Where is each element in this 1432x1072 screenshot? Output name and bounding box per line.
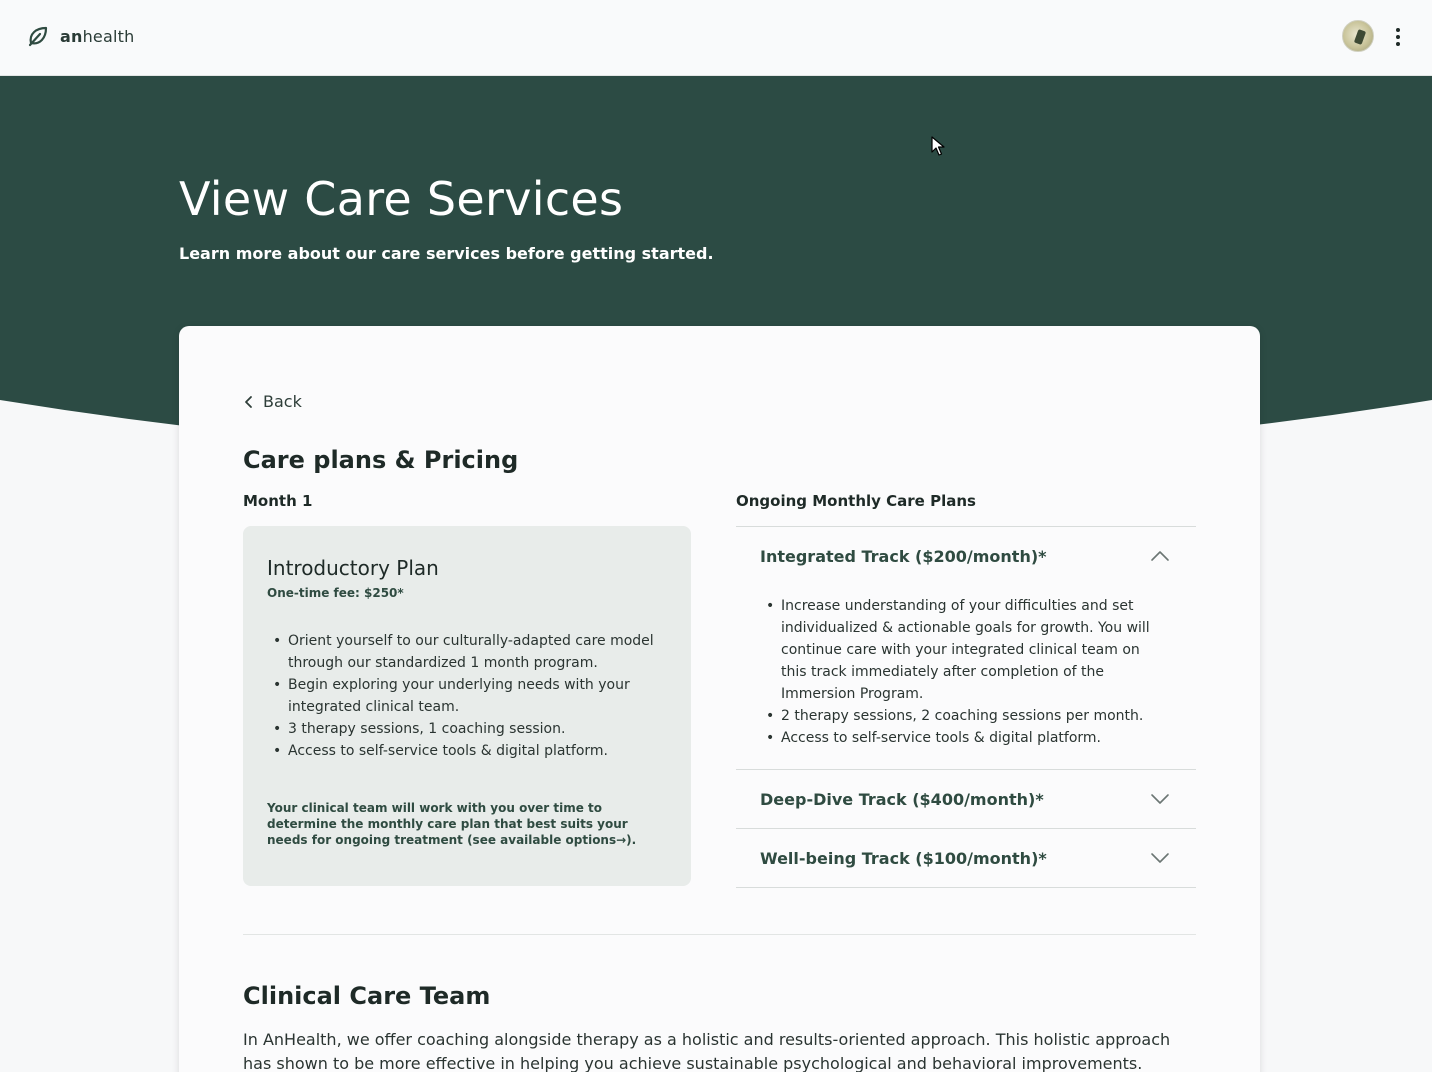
intro-plan-bullets: Orient yourself to our culturally-adapte…	[267, 630, 667, 762]
accordion-item-well-being: Well-being Track ($100/month)*	[736, 829, 1196, 888]
kebab-menu-icon[interactable]	[1388, 26, 1408, 48]
accordion-header-deep-dive[interactable]: Deep-Dive Track ($400/month)*	[736, 770, 1196, 828]
back-label: Back	[263, 392, 302, 411]
track-title: Well-being Track ($100/month)*	[760, 848, 1047, 868]
month-label: Month 1	[243, 492, 313, 510]
team-section-title: Clinical Care Team	[243, 982, 491, 1010]
avatar[interactable]	[1342, 20, 1374, 52]
list-item: 2 therapy sessions, 2 coaching sessions …	[760, 705, 1150, 727]
introductory-plan-card: Introductory Plan One-time fee: $250* Or…	[243, 526, 691, 886]
accordion-item-integrated: Integrated Track ($200/month)* Increase …	[736, 527, 1196, 770]
list-item: Increase understanding of your difficult…	[760, 595, 1150, 705]
chevron-down-icon	[1151, 853, 1169, 863]
mouse-cursor-icon	[931, 136, 945, 156]
pricing-section-title: Care plans & Pricing	[243, 446, 519, 474]
track-title: Integrated Track ($200/month)*	[760, 546, 1047, 566]
back-button[interactable]: Back	[243, 392, 302, 411]
track-title: Deep-Dive Track ($400/month)*	[760, 789, 1044, 809]
intro-plan-note: Your clinical team will work with you ov…	[267, 801, 637, 847]
list-item: Access to self-service tools & digital p…	[267, 740, 667, 762]
logo-text: anhealth	[60, 26, 135, 46]
list-item: Access to self-service tools & digital p…	[760, 727, 1150, 749]
intro-plan-title: Introductory Plan	[267, 556, 439, 580]
intro-plan-fee: One-time fee: $250*	[267, 586, 404, 600]
accordion-header-well-being[interactable]: Well-being Track ($100/month)*	[736, 829, 1196, 887]
accordion-header-integrated[interactable]: Integrated Track ($200/month)*	[736, 527, 1196, 585]
section-divider	[243, 934, 1196, 935]
chevron-down-icon	[1151, 794, 1169, 804]
team-description: In AnHealth, we offer coaching alongside…	[243, 1030, 1171, 1072]
app-logo[interactable]: anhealth	[26, 24, 134, 48]
monthly-plans-accordion: Integrated Track ($200/month)* Increase …	[736, 526, 1196, 888]
leaf-icon	[28, 26, 48, 47]
care-services-card: Back Care plans & Pricing Month 1 Ongoin…	[179, 326, 1260, 1072]
top-bar: anhealth	[0, 0, 1432, 76]
list-item: Begin exploring your underlying needs wi…	[267, 674, 667, 718]
accordion-item-deep-dive: Deep-Dive Track ($400/month)*	[736, 770, 1196, 829]
list-item: 3 therapy sessions, 1 coaching session.	[267, 718, 667, 740]
accordion-body-integrated: Increase understanding of your difficult…	[736, 585, 1196, 769]
ongoing-plans-label: Ongoing Monthly Care Plans	[736, 492, 976, 510]
chevron-up-icon	[1151, 551, 1169, 561]
chevron-left-icon	[245, 395, 252, 408]
page-subtitle: Learn more about our care services befor…	[179, 244, 714, 263]
list-item: Orient yourself to our culturally-adapte…	[267, 630, 667, 674]
page-title: View Care Services	[179, 172, 624, 226]
